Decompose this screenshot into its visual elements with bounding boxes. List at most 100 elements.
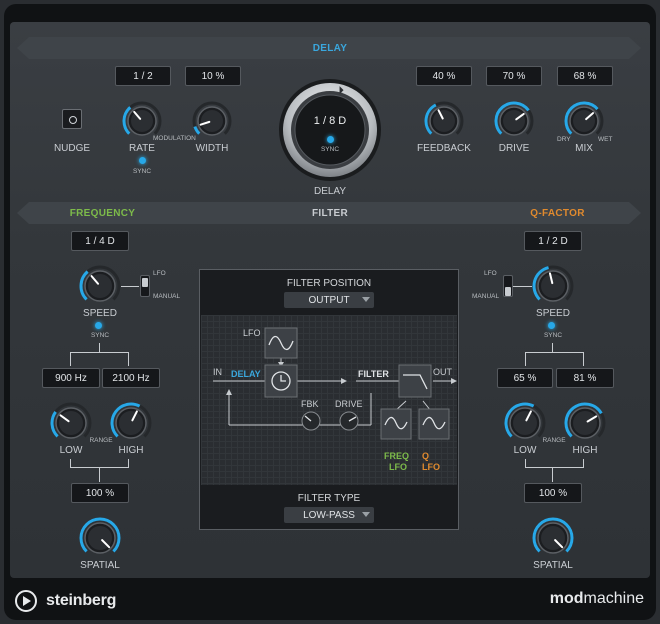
q-speed-label: SPEED (536, 308, 570, 319)
q-sync-label: SYNC (543, 332, 563, 339)
q-low-knob[interactable] (504, 402, 546, 444)
drive-value[interactable]: 70 % (486, 66, 542, 86)
q-speed-value[interactable]: 1 / 2 D (524, 231, 582, 251)
feedback-knob[interactable] (424, 101, 464, 141)
q-high-value[interactable]: 81 % (556, 368, 614, 388)
q-low-label: LOW (513, 445, 537, 456)
freq-sync-label: SYNC (90, 332, 110, 339)
filter-type-dropdown[interactable]: LOW-PASS (284, 507, 374, 523)
q-spatial-label: SPATIAL (533, 560, 573, 571)
q-sync-led[interactable] (548, 322, 555, 329)
drive-mini-knob (339, 411, 359, 431)
freq-tree2-stem (99, 467, 100, 482)
diagram-q-label: Q (422, 451, 430, 461)
mix-label: MIX (575, 143, 593, 154)
freq-manual-label: MANUAL (153, 293, 181, 300)
delay-title: DELAY (312, 43, 348, 54)
freq-spatial-value[interactable]: 100 % (71, 483, 129, 503)
rate-label: RATE (129, 143, 155, 154)
filter-type-value: LOW-PASS (303, 509, 355, 521)
width-label: WIDTH (195, 143, 229, 154)
steinberg-play-icon (15, 590, 37, 612)
chevron-down-icon (362, 512, 370, 517)
delay-label: DELAY (313, 186, 347, 197)
freq-tree-bar (70, 352, 128, 353)
q-tree-left (525, 352, 526, 366)
q-high-knob[interactable] (564, 402, 606, 444)
wet-label: WET (598, 136, 613, 143)
freq-tree-stem (99, 343, 100, 352)
freq-speed-value[interactable]: 1 / 4 D (71, 231, 129, 251)
freq-low-knob[interactable] (50, 402, 92, 444)
q-spatial-value[interactable]: 100 % (524, 483, 582, 503)
freq-lfo-label: LFO (153, 270, 166, 277)
filter-position-value: OUTPUT (308, 294, 350, 306)
freq-tree2-left (70, 459, 71, 467)
drive-knob[interactable] (494, 101, 534, 141)
diagram-fbk-label: FBK (301, 399, 319, 409)
freq-tree-left (70, 352, 71, 366)
q-range-label: RANGE (542, 437, 566, 444)
filter-position-dropdown[interactable]: OUTPUT (284, 292, 374, 308)
q-tree-bar (525, 352, 583, 353)
brand-name: steinberg (46, 592, 117, 609)
q-lfo-manual-switch[interactable] (503, 275, 513, 297)
mix-value[interactable]: 68 % (557, 66, 613, 86)
freq-high-knob[interactable] (110, 402, 152, 444)
filter-routing-panel: FILTER POSITION OUTPUT LFO IN DELAY FILT… (199, 269, 459, 530)
freq-speed-knob[interactable] (79, 265, 121, 307)
nudge-label: NUDGE (53, 143, 91, 154)
dry-label: DRY (557, 136, 571, 143)
diagram-delay-label: DELAY (231, 369, 261, 379)
diagram-filter-label: FILTER (358, 369, 389, 379)
diagram-out-label: OUT (433, 367, 452, 377)
delay-sync-led[interactable] (327, 136, 334, 143)
feedback-value[interactable]: 40 % (416, 66, 472, 86)
q-tree-right (583, 352, 584, 366)
q-manual-label: MANUAL (472, 293, 500, 300)
q-lfo-wave-icon (418, 408, 450, 440)
filter-position-label: FILTER POSITION (286, 278, 372, 289)
product-name: modmachine (550, 590, 644, 608)
width-value[interactable]: 10 % (185, 66, 241, 86)
freq-range-label: RANGE (89, 437, 113, 444)
freq-lfo-manual-switch[interactable] (140, 275, 150, 297)
product-name-bold: mod (549, 590, 584, 607)
delay-time-value: 1 / 8 D (313, 115, 347, 127)
rate-sync-label: SYNC (132, 168, 152, 175)
diagram-q-lfo-label: LFO (422, 462, 440, 472)
freq-lfo-connector (121, 286, 139, 287)
freq-low-value[interactable]: 900 Hz (42, 368, 100, 388)
freq-high-value[interactable]: 2100 Hz (102, 368, 160, 388)
nudge-button[interactable] (62, 109, 82, 129)
q-high-label: HIGH (572, 445, 598, 456)
freq-high-label: HIGH (118, 445, 144, 456)
q-low-value[interactable]: 65 % (497, 368, 553, 388)
filter-curve-icon (398, 364, 432, 398)
delay-time-knob[interactable] (277, 77, 383, 183)
diagram-freq-lfo-label: LFO (389, 462, 407, 472)
q-speed-knob[interactable] (532, 265, 574, 307)
drive-label: DRIVE (498, 143, 530, 154)
q-tree2-stem (552, 467, 553, 482)
lfo-wave-icon (264, 327, 298, 359)
rate-sync-led[interactable] (139, 157, 146, 164)
diagram-lfo-label: LFO (243, 328, 261, 338)
delay-clock-icon (264, 364, 298, 398)
width-knob[interactable] (192, 101, 232, 141)
freq-spatial-knob[interactable] (79, 517, 121, 559)
modulation-label: MODULATION (153, 135, 196, 142)
q-tree2-right (583, 459, 584, 467)
qfactor-title: Q-FACTOR (530, 208, 585, 219)
fbk-mini-knob (301, 411, 321, 431)
product-name-rest: machine (583, 590, 644, 607)
q-spatial-knob[interactable] (532, 517, 574, 559)
freq-tree-right (128, 352, 129, 366)
filter-type-label: FILTER TYPE (297, 493, 361, 504)
rate-value[interactable]: 1 / 2 (115, 66, 171, 86)
chevron-down-icon (362, 297, 370, 302)
mix-knob[interactable] (564, 101, 604, 141)
freq-sync-led[interactable] (95, 322, 102, 329)
q-tree-stem (552, 343, 553, 352)
freq-low-label: LOW (59, 445, 83, 456)
